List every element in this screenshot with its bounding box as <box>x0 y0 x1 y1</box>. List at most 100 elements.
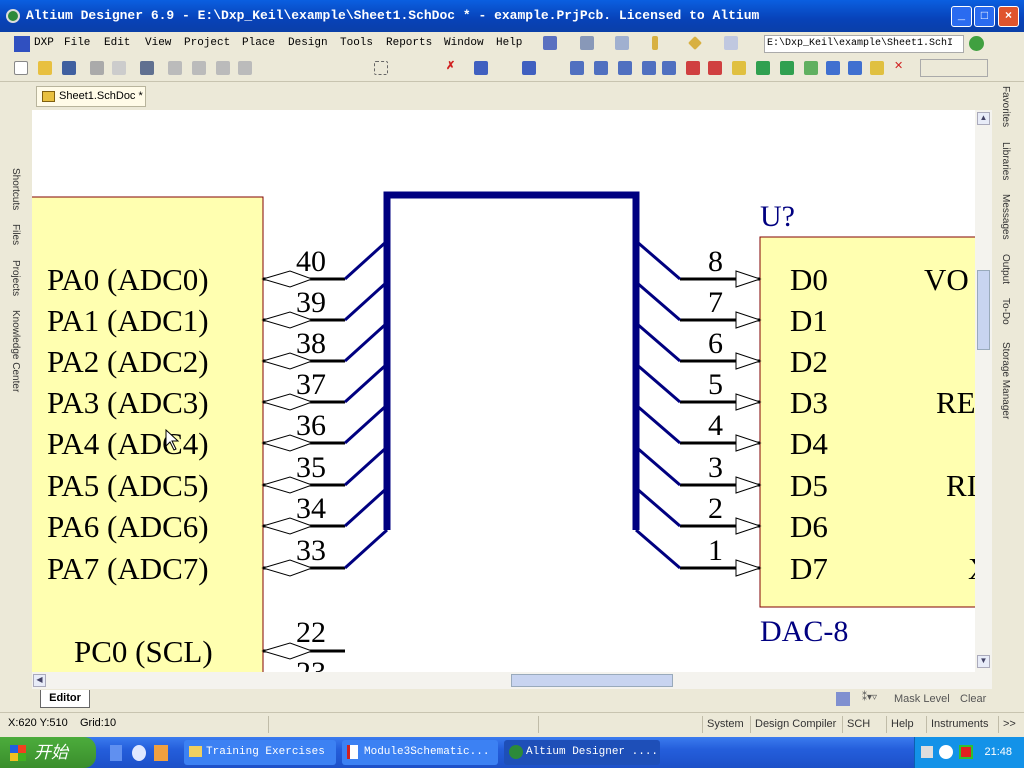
panel-tab-libraries[interactable]: Libraries <box>1000 142 1011 180</box>
clear-filter-icon[interactable]: ✗ <box>446 59 460 73</box>
menu-design[interactable]: Design <box>288 37 328 49</box>
harness-entry-icon[interactable] <box>848 61 862 75</box>
menu-view[interactable]: View <box>145 37 171 49</box>
menu-edit[interactable]: Edit <box>104 37 130 49</box>
scroll-left-icon[interactable]: ◀ <box>33 674 46 687</box>
panel-tab-storage-manager[interactable]: Storage Manager <box>1000 342 1011 419</box>
menu-help[interactable]: Help <box>496 37 522 49</box>
gnd-icon[interactable] <box>686 61 700 75</box>
scroll-up-icon[interactable]: ▲ <box>977 112 990 125</box>
zoom-area-icon[interactable] <box>168 61 182 75</box>
filter-combo[interactable] <box>920 59 988 77</box>
menu-project[interactable]: Project <box>184 37 230 49</box>
help-button[interactable]: Help <box>886 716 918 733</box>
left-bus-entry <box>343 403 389 445</box>
go-icon[interactable] <box>969 36 984 51</box>
maximize-button[interactable]: □ <box>974 6 995 27</box>
clear-button[interactable]: Clear <box>960 693 986 705</box>
panel-tab-favorites[interactable]: Favorites <box>1000 86 1011 127</box>
port-tool-icon[interactable] <box>688 36 702 50</box>
place-bus-icon[interactable] <box>594 61 608 75</box>
ground-tool-icon[interactable] <box>615 36 629 50</box>
power-tool-icon[interactable] <box>580 36 594 50</box>
device-sheet-icon[interactable] <box>804 61 818 75</box>
save-icon[interactable] <box>62 61 76 75</box>
print-preview-icon[interactable] <box>112 61 126 75</box>
harness-icon[interactable] <box>826 61 840 75</box>
vertical-scrollbar[interactable]: ▲ ▼ <box>975 110 992 672</box>
menu-dxp[interactable]: DXP <box>34 37 54 49</box>
ie-icon[interactable] <box>132 745 146 761</box>
minimize-button[interactable]: _ <box>951 6 972 27</box>
place-wire-icon[interactable] <box>570 61 584 75</box>
mask-pen-icon[interactable] <box>836 692 850 706</box>
more-button[interactable]: >> <box>998 716 1020 733</box>
panel-tab-output[interactable]: Output <box>1000 254 1011 284</box>
editor-tab[interactable]: Editor <box>40 690 90 708</box>
task-altium-designer[interactable]: Altium Designer .... <box>504 740 660 765</box>
select-icon[interactable] <box>374 61 388 75</box>
cross-probe-icon[interactable] <box>522 61 536 75</box>
left-bus-entry <box>343 528 389 570</box>
quicklaunch-icon-2[interactable] <box>154 745 168 761</box>
zoom-icon[interactable] <box>216 61 230 75</box>
schematic-canvas[interactable]: PA0 (ADC0) 40 PA1 (ADC1) 39 PA2 (ADC2) 38 PA3 … <box>32 110 975 672</box>
system-button[interactable]: System <box>702 716 748 733</box>
port-icon[interactable] <box>870 61 884 75</box>
title-bar: Altium Designer 6.9 - E:\Dxp_Keil\exampl… <box>0 0 1024 32</box>
document-path-combo[interactable]: E:\Dxp_Keil\example\Sheet1.SchI <box>764 35 964 53</box>
right-pin-number: 2 <box>708 492 723 525</box>
record-icon[interactable] <box>959 745 973 759</box>
new-icon[interactable] <box>14 61 28 75</box>
panel-tab-files[interactable]: Files <box>10 224 21 245</box>
net-icon[interactable] <box>662 61 676 75</box>
no-erc-icon[interactable]: ✕ <box>894 59 908 73</box>
close-button[interactable]: × <box>998 6 1019 27</box>
horizontal-scroll-thumb[interactable] <box>511 674 673 687</box>
start-button[interactable]: 开始 <box>0 737 96 768</box>
instruments-button[interactable]: Instruments <box>926 716 992 733</box>
mask-level-button[interactable]: Mask Level <box>894 693 950 705</box>
scroll-down-icon[interactable]: ▼ <box>977 655 990 668</box>
panel-tab-knowledge-center[interactable]: Knowledge Center <box>10 310 21 392</box>
quicklaunch-icon[interactable] <box>110 745 122 761</box>
zoom-selected-icon[interactable] <box>192 61 206 75</box>
tray-expand-icon[interactable] <box>939 745 953 759</box>
panel-tab-todo[interactable]: To-Do <box>1000 298 1011 325</box>
right-pin-name: D2 <box>790 344 828 379</box>
filter-icon[interactable]: ⁑▾▿ <box>862 692 877 703</box>
right-pin-arrow <box>735 311 762 329</box>
task-training-exercises[interactable]: Training Exercises <box>184 740 336 765</box>
sheet-symbol-icon[interactable] <box>756 61 770 75</box>
place-net-label-icon[interactable] <box>642 61 656 75</box>
sch-button[interactable]: SCH <box>842 716 874 733</box>
open-device-icon[interactable] <box>140 61 154 75</box>
bus-entry-icon[interactable] <box>618 61 632 75</box>
design-compiler-button[interactable]: Design Compiler <box>750 716 840 733</box>
menu-place[interactable]: Place <box>242 37 275 49</box>
document-tab[interactable]: Sheet1.SchDoc * <box>36 86 146 107</box>
menu-reports[interactable]: Reports <box>386 37 432 49</box>
status-divider <box>538 716 539 733</box>
menu-file[interactable]: File <box>64 37 90 49</box>
horizontal-scrollbar[interactable]: ◀ <box>32 672 992 689</box>
panel-tab-shortcuts[interactable]: Shortcuts <box>10 168 21 210</box>
wiring-tool-icon[interactable] <box>543 36 557 50</box>
zoom-menu-icon[interactable] <box>238 61 252 75</box>
sheet-entry-icon[interactable] <box>780 61 794 75</box>
vcc-icon[interactable] <box>708 61 722 75</box>
print-icon[interactable] <box>90 61 104 75</box>
menu-window[interactable]: Window <box>444 37 484 49</box>
menu-tools[interactable]: Tools <box>340 37 373 49</box>
component-tool-icon[interactable] <box>652 36 658 50</box>
place-part-icon[interactable] <box>732 61 746 75</box>
panel-tab-projects[interactable]: Projects <box>10 260 21 296</box>
panel-tab-messages[interactable]: Messages <box>1000 194 1011 240</box>
vertical-scroll-thumb[interactable] <box>977 270 990 350</box>
undo-icon[interactable] <box>474 61 488 75</box>
task-module3schematic[interactable]: Module3Schematic... <box>342 740 498 765</box>
keyboard-icon[interactable] <box>921 746 933 758</box>
schematic-drawing[interactable]: PA0 (ADC0)40PA1 (ADC1)39PA2 (ADC2)38PA3 … <box>32 110 975 672</box>
open-icon[interactable] <box>38 61 52 75</box>
grid-tool-icon[interactable] <box>724 36 738 50</box>
